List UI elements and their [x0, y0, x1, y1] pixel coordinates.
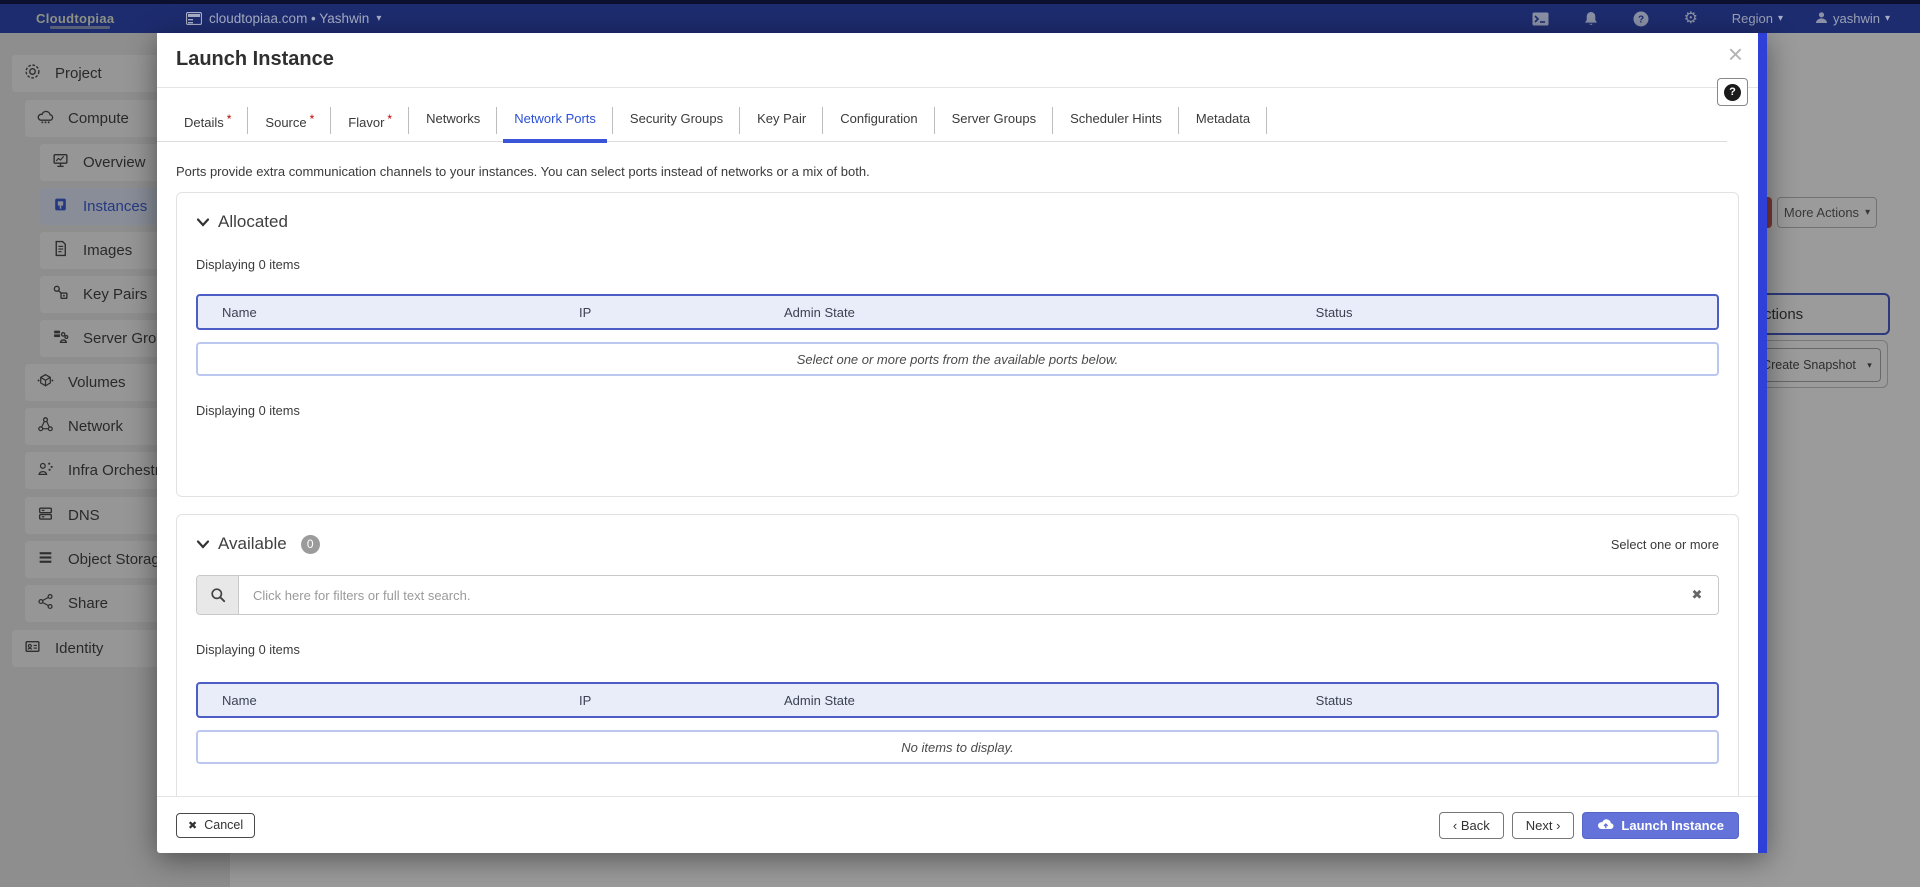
modal-scrollbar[interactable] — [1758, 33, 1767, 853]
launch-instance-modal: Launch Instance × ? Details* Source* Fla… — [157, 33, 1767, 853]
column-header-admin-state: Admin State — [760, 305, 1292, 320]
required-asterisk: * — [310, 112, 315, 126]
user-icon — [1815, 11, 1828, 27]
available-panel: Available 0 Select one or more ✖ Display… — [176, 514, 1739, 796]
allocated-panel: Allocated Displaying 0 items Name IP Adm… — [176, 192, 1739, 497]
help-icon[interactable]: ? — [1616, 11, 1666, 27]
breadcrumb: cloudtopiaa.com • Yashwin — [209, 11, 369, 26]
tab-flavor[interactable]: Flavor* — [331, 103, 409, 141]
topbar: Cloudtopiaa cloudtopiaa.com • Yashwin ▾ … — [0, 4, 1920, 33]
tab-scheduler-hints[interactable]: Scheduler Hints — [1053, 103, 1179, 141]
available-heading: Available 0 — [196, 534, 320, 554]
allocated-count-bottom: Displaying 0 items — [196, 403, 1719, 418]
tab-description: Ports provide extra communication channe… — [176, 164, 1739, 179]
console-window-icon — [186, 12, 202, 25]
svg-text:?: ? — [1638, 14, 1644, 25]
modal-header: Launch Instance × — [157, 33, 1767, 88]
column-header-admin-state: Admin State — [760, 693, 1292, 708]
search-icon[interactable] — [197, 576, 239, 614]
search-input[interactable] — [239, 576, 1676, 614]
x-icon: ✖ — [188, 819, 197, 832]
tab-label: Security Groups — [630, 111, 723, 126]
allocated-heading: Allocated — [196, 212, 1719, 232]
tab-network-ports[interactable]: Network Ports — [497, 103, 613, 141]
region-label: Region — [1732, 11, 1773, 26]
notifications-bell-icon[interactable] — [1566, 11, 1616, 27]
modal-footer: ✖ Cancel ‹ Back Next › Launch Instance — [157, 796, 1758, 853]
chevron-down-icon: ▾ — [376, 13, 381, 24]
tab-source[interactable]: Source * — [248, 103, 331, 141]
tab-metadata[interactable]: Metadata — [1179, 103, 1267, 141]
allocated-count-top: Displaying 0 items — [196, 257, 1719, 272]
clear-search-icon[interactable]: ✖ — [1676, 576, 1718, 614]
back-button[interactable]: ‹ Back — [1439, 812, 1504, 839]
modal-title: Launch Instance — [176, 48, 334, 71]
available-count: Displaying 0 items — [196, 642, 1719, 657]
search-bar: ✖ — [196, 575, 1719, 615]
terminal-icon[interactable] — [1516, 12, 1566, 26]
region-dropdown[interactable]: Region ▾ — [1716, 11, 1799, 26]
tab-networks[interactable]: Networks — [409, 103, 497, 141]
tab-label: Details — [184, 115, 224, 130]
tab-key-pair[interactable]: Key Pair — [740, 103, 823, 141]
tab-label: Flavor — [348, 115, 384, 130]
required-asterisk: * — [227, 112, 232, 126]
project-switcher[interactable]: cloudtopiaa.com • Yashwin ▾ — [186, 11, 381, 26]
column-header-ip: IP — [555, 305, 760, 320]
help-button[interactable]: ? — [1717, 78, 1748, 106]
tab-label: Networks — [426, 111, 480, 126]
available-heading-row: Available 0 Select one or more — [196, 534, 1719, 554]
tab-label: Source — [265, 115, 306, 130]
available-title: Available — [218, 534, 287, 554]
column-header-name: Name — [198, 693, 555, 708]
brand-logo[interactable]: Cloudtopiaa — [36, 11, 146, 26]
modal-body: Ports provide extra communication channe… — [157, 142, 1758, 796]
screen: Cloudtopiaa cloudtopiaa.com • Yashwin ▾ … — [0, 0, 1920, 887]
cloud-upload-icon — [1597, 817, 1614, 833]
available-count-badge: 0 — [301, 535, 320, 554]
tab-details[interactable]: Details* — [167, 103, 248, 141]
allocated-empty-message: Select one or more ports from the availa… — [196, 342, 1719, 376]
select-hint: Select one or more — [1611, 537, 1719, 552]
close-icon[interactable]: × — [1728, 41, 1743, 67]
tab-configuration[interactable]: Configuration — [823, 103, 934, 141]
column-header-ip: IP — [555, 693, 760, 708]
chevron-down-icon[interactable] — [196, 539, 210, 550]
tab-label: Configuration — [840, 111, 917, 126]
tab-server-groups[interactable]: Server Groups — [935, 103, 1054, 141]
chevron-down-icon: ▾ — [1885, 13, 1890, 24]
user-menu[interactable]: yashwin ▾ — [1799, 11, 1906, 27]
user-name: yashwin — [1833, 11, 1880, 26]
chevron-down-icon[interactable] — [196, 217, 210, 228]
brand-tagline-decoration — [50, 26, 110, 29]
column-header-status: Status — [1292, 693, 1717, 708]
settings-gear-icon[interactable]: ⚙ — [1666, 11, 1716, 27]
brand-text: Cloudtopiaa — [36, 11, 114, 26]
column-header-name: Name — [198, 305, 555, 320]
available-empty-message: No items to display. — [196, 730, 1719, 764]
topbar-right: ? ⚙ Region ▾ yashwin ▾ — [1516, 11, 1920, 27]
available-table-header: Name IP Admin State Status — [196, 682, 1719, 718]
tab-security-groups[interactable]: Security Groups — [613, 103, 740, 141]
question-mark-icon: ? — [1724, 84, 1741, 101]
tab-label: Network Ports — [514, 111, 596, 126]
required-asterisk: * — [387, 112, 392, 126]
tab-label: Key Pair — [757, 111, 806, 126]
launch-instance-label: Launch Instance — [1621, 818, 1724, 833]
allocated-title: Allocated — [218, 212, 288, 232]
chevron-down-icon: ▾ — [1778, 13, 1783, 24]
next-button[interactable]: Next › — [1512, 812, 1575, 839]
tab-label: Scheduler Hints — [1070, 111, 1162, 126]
tab-label: Metadata — [1196, 111, 1250, 126]
cancel-button[interactable]: ✖ Cancel — [176, 813, 255, 838]
wizard-tabs: Details* Source* Flavor* Networks Networ… — [157, 88, 1727, 142]
cancel-label: Cancel — [204, 818, 243, 832]
launch-instance-button[interactable]: Launch Instance — [1582, 812, 1739, 839]
tab-label: Server Groups — [952, 111, 1037, 126]
footer-right: ‹ Back Next › Launch Instance — [1439, 812, 1739, 839]
allocated-table-header: Name IP Admin State Status — [196, 294, 1719, 330]
column-header-status: Status — [1292, 305, 1717, 320]
